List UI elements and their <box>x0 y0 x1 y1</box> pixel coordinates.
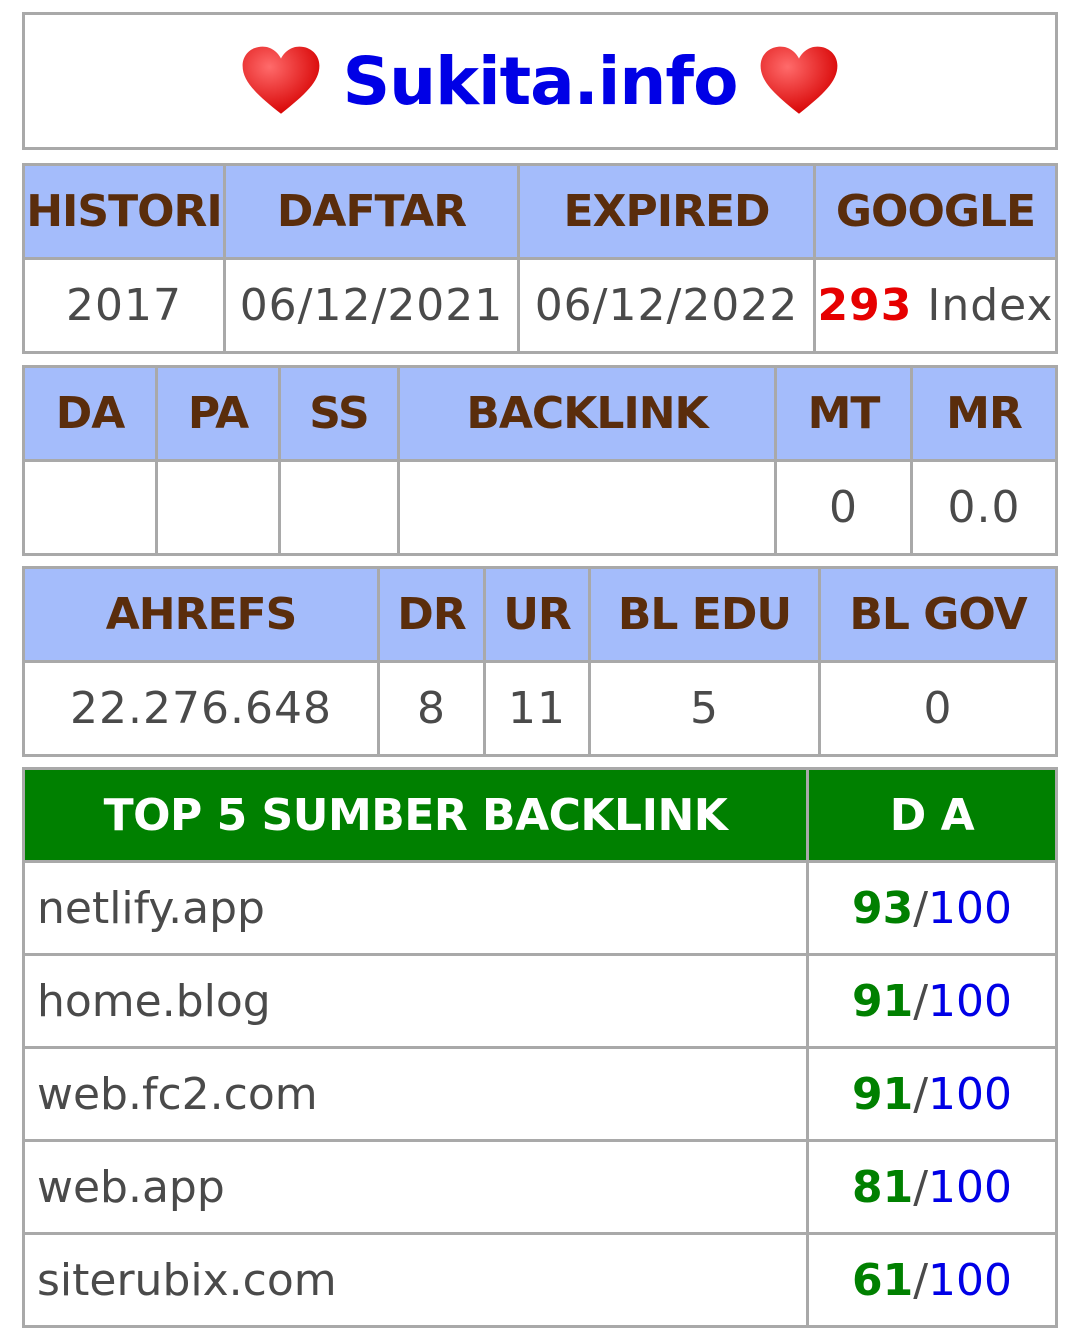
table-row: netlify.app 93/100 <box>22 860 1058 956</box>
ss-value <box>278 459 400 556</box>
header-top-sources: TOP 5 SUMBER BACKLINK <box>22 767 809 863</box>
da-score: 91 <box>851 975 914 1027</box>
header-bl-edu: BL EDU <box>588 566 821 663</box>
domain-info-table: HISTORI DAFTAR EXPIRED GOOGLE 2017 06/12… <box>22 163 1058 354</box>
header-source-da: D A <box>806 767 1058 863</box>
google-index-cell: 293 Index <box>813 257 1058 354</box>
table-header-row: DA PA SS BACKLINK MT MR <box>22 365 1058 462</box>
google-index-label: Index <box>927 280 1054 331</box>
da-max: 100 <box>928 882 1013 934</box>
table-header-row: HISTORI DAFTAR EXPIRED GOOGLE <box>22 163 1058 260</box>
table-row: web.fc2.com 91/100 <box>22 1046 1058 1142</box>
backlink-da-score: 91/100 <box>806 1046 1058 1142</box>
expired-value: 06/12/2022 <box>517 257 816 354</box>
pa-value <box>155 459 281 556</box>
backlink-source[interactable]: netlify.app <box>22 860 809 956</box>
mr-value: 0.0 <box>910 459 1058 556</box>
title-box: Sukita.info <box>22 12 1058 150</box>
header-da: DA <box>22 365 158 462</box>
ur-value: 11 <box>483 660 591 757</box>
daftar-value: 06/12/2021 <box>223 257 520 354</box>
dr-value: 8 <box>377 660 486 757</box>
top-backlinks-table: TOP 5 SUMBER BACKLINK D A netlify.app 93… <box>22 767 1058 1328</box>
da-max: 100 <box>928 975 1013 1027</box>
heart-icon <box>761 46 838 114</box>
histori-value: 2017 <box>22 257 226 354</box>
da-score: 93 <box>851 882 914 934</box>
backlink-source[interactable]: siterubix.com <box>22 1232 809 1328</box>
da-max: 100 <box>928 1254 1013 1306</box>
header-mr: MR <box>910 365 1058 462</box>
da-max: 100 <box>928 1068 1013 1120</box>
header-mt: MT <box>774 365 913 462</box>
table-row: 2017 06/12/2021 06/12/2022 293 Index <box>22 257 1058 354</box>
header-ahrefs: AHREFS <box>22 566 380 663</box>
backlink-value <box>397 459 777 556</box>
bl-gov-value: 0 <box>818 660 1058 757</box>
da-score: 61 <box>851 1254 914 1306</box>
backlink-source[interactable]: web.fc2.com <box>22 1046 809 1142</box>
header-histori: HISTORI <box>22 163 226 260</box>
backlink-source[interactable]: web.app <box>22 1139 809 1235</box>
header-backlink: BACKLINK <box>397 365 777 462</box>
bl-edu-value: 5 <box>588 660 821 757</box>
table-row: web.app 81/100 <box>22 1139 1058 1235</box>
header-pa: PA <box>155 365 281 462</box>
heart-icon <box>242 46 319 114</box>
header-expired: EXPIRED <box>517 163 816 260</box>
table-row: home.blog 91/100 <box>22 953 1058 1049</box>
mt-value: 0 <box>774 459 913 556</box>
header-daftar: DAFTAR <box>223 163 520 260</box>
ahrefs-metrics-table: AHREFS DR UR BL EDU BL GOV 22.276.648 8 … <box>22 566 1058 757</box>
backlink-da-score: 61/100 <box>806 1232 1058 1328</box>
google-index-count: 293 <box>817 280 913 331</box>
moz-metrics-table: DA PA SS BACKLINK MT MR 0 0.0 <box>22 365 1058 556</box>
table-row: 0 0.0 <box>22 459 1058 556</box>
da-value <box>22 459 158 556</box>
page: Sukita.info HISTORI DAFTAR EXPIRED GOOGL… <box>0 0 1080 1342</box>
backlink-da-score: 81/100 <box>806 1139 1058 1235</box>
table-row: siterubix.com 61/100 <box>22 1232 1058 1328</box>
backlink-da-score: 93/100 <box>806 860 1058 956</box>
table-header-row: AHREFS DR UR BL EDU BL GOV <box>22 566 1058 663</box>
backlink-source[interactable]: home.blog <box>22 953 809 1049</box>
header-ss: SS <box>278 365 400 462</box>
header-ur: UR <box>483 566 591 663</box>
header-google: GOOGLE <box>813 163 1058 260</box>
table-row: 22.276.648 8 11 5 0 <box>22 660 1058 757</box>
ahrefs-rank-value: 22.276.648 <box>22 660 380 757</box>
da-score: 91 <box>851 1068 914 1120</box>
backlink-da-score: 91/100 <box>806 953 1058 1049</box>
da-max: 100 <box>928 1161 1013 1213</box>
header-bl-gov: BL GOV <box>818 566 1058 663</box>
da-score: 81 <box>851 1161 914 1213</box>
site-title[interactable]: Sukita.info <box>343 43 739 120</box>
table-header-row: TOP 5 SUMBER BACKLINK D A <box>22 767 1058 863</box>
header-dr: DR <box>377 566 486 663</box>
